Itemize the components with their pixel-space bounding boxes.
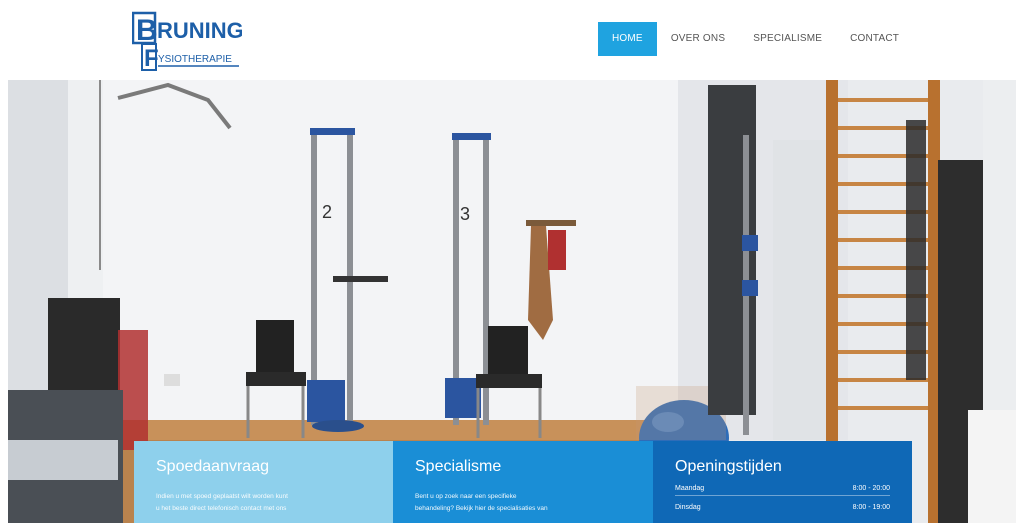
openingstijden-box: Openingstijden Maandag 8:00 - 20:00 Dins… [653,441,912,523]
main-nav: HOME OVER ONS SPECIALISME CONTACT [598,22,913,56]
svg-text:YSIOTHERAPIE: YSIOTHERAPIE [158,54,232,65]
specialisme-title: Specialisme [415,458,502,475]
svg-text:F: F [144,45,159,72]
specialisme-text: Bent u op zoek naar een specifieke behan… [415,491,631,515]
openingstijden-title: Openingstijden [675,458,782,475]
svg-text:2: 2 [322,202,332,222]
spoedaanvraag-text: Indien u met spoed geplaatst wilt worden… [156,491,371,515]
svg-text:3: 3 [460,204,470,224]
hours-day: Maandag [675,485,705,492]
spoedaanvraag-text-line-1: Indien u met spoed geplaatst wilt worden… [156,493,288,500]
nav-item-contact[interactable]: CONTACT [836,22,913,56]
site-header: B RUNING F YSIOTHERAPIE HOME OVER ONS SP… [0,0,1024,80]
specialisme-text-line-2: behandeling? Bekijk hier de specialisati… [415,505,548,512]
nav-item-home[interactable]: HOME [598,22,657,56]
spoedaanvraag-text-line-2: u het beste direct telefonisch contact m… [156,505,287,512]
spoedaanvraag-box[interactable]: Spoedaanvraag Indien u met spoed geplaat… [134,441,393,523]
svg-text:RUNING: RUNING [157,18,242,43]
specialisme-text-line-1: Bent u op zoek naar een specifieke [415,493,517,500]
spoedaanvraag-title: Spoedaanvraag [156,458,269,475]
hours-time: 8:00 - 20:00 [852,485,890,492]
nav-item-over-ons[interactable]: OVER ONS [657,22,739,56]
hours-time: 8:00 - 19:00 [852,504,890,511]
hours-row-dinsdag: Dinsdag 8:00 - 19:00 [675,504,890,511]
hours-row-maandag: Maandag 8:00 - 20:00 [675,485,890,492]
specialisme-box[interactable]: Specialisme Bent u op zoek naar een spec… [393,441,653,523]
svg-text:B: B [136,14,158,47]
hours-divider [675,495,890,496]
hours-day: Dinsdag [675,504,701,511]
nav-item-specialisme[interactable]: SPECIALISME [739,22,836,56]
bruning-fysiotherapie-logo[interactable]: B RUNING F YSIOTHERAPIE [132,10,242,72]
